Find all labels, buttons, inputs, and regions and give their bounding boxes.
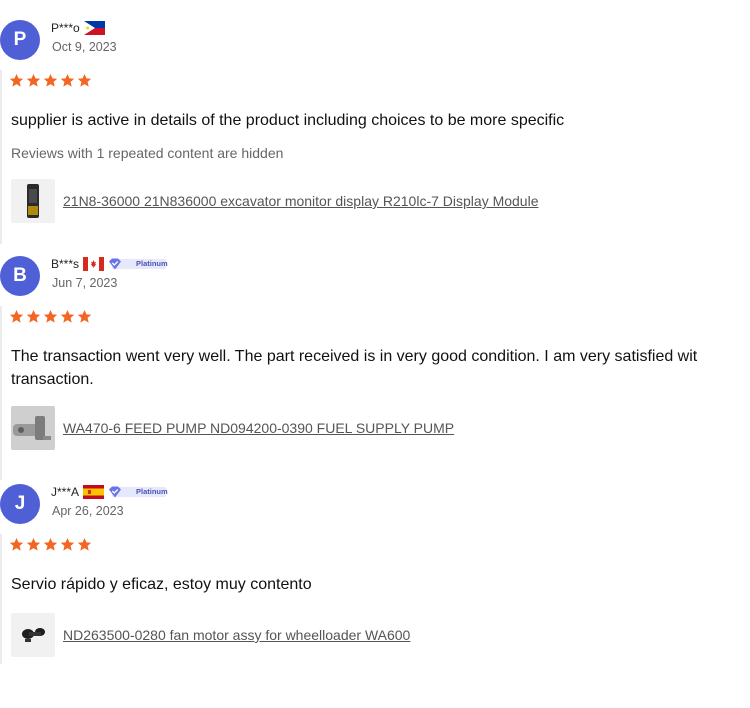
review-item: J J***A Platinum Apr 26, 2023 Servio ráp… xyxy=(0,482,750,708)
hidden-reviews-note: Reviews with 1 repeated content are hidd… xyxy=(11,145,284,161)
review-text: supplier is active in details of the pro… xyxy=(11,112,565,129)
star-rating xyxy=(9,73,92,88)
review-date: Jun 7, 2023 xyxy=(52,276,118,290)
star-rating xyxy=(9,537,92,552)
star-rating xyxy=(9,309,92,324)
avatar: B xyxy=(0,256,40,296)
star-icon xyxy=(60,309,75,323)
reviewer-line: P***o xyxy=(51,20,105,36)
review-divider xyxy=(0,534,2,664)
review-date: Apr 26, 2023 xyxy=(52,504,124,518)
star-icon xyxy=(77,309,92,323)
product-thumbnail[interactable] xyxy=(11,613,55,657)
star-icon xyxy=(43,73,58,87)
review-text: The transaction went very well. The part… xyxy=(11,348,698,365)
star-icon xyxy=(60,73,75,87)
reviewer-name: B***s xyxy=(51,257,80,271)
reviewer-line: B***s Platinum xyxy=(51,256,168,272)
review-item: P P***o Oct 9, 2023 supplier is active i… xyxy=(0,18,750,244)
avatar: J xyxy=(0,484,40,524)
review-divider xyxy=(0,70,2,244)
star-icon xyxy=(26,537,41,551)
star-icon xyxy=(60,537,75,551)
star-icon xyxy=(9,537,24,551)
star-icon xyxy=(43,309,58,323)
review-text: Servio rápido y eficaz, estoy muy conten… xyxy=(11,576,312,593)
spain-flag-icon xyxy=(83,485,105,499)
product-link-row[interactable]: 21N8-36000 21N836000 excavator monitor d… xyxy=(11,179,539,223)
product-link-row[interactable]: WA470-6 FEED PUMP ND094200-0390 FUEL SUP… xyxy=(11,406,454,450)
monitor-display-image xyxy=(27,184,39,218)
fuel-pump-image xyxy=(11,406,55,450)
product-link-row[interactable]: ND263500-0280 fan motor assy for wheello… xyxy=(11,613,410,657)
star-icon xyxy=(43,537,58,551)
reviewer-name: P***o xyxy=(51,21,80,35)
fan-motor-image xyxy=(11,613,55,657)
star-icon xyxy=(9,73,24,87)
star-icon xyxy=(9,309,24,323)
product-link[interactable]: 21N8-36000 21N836000 excavator monitor d… xyxy=(63,193,539,209)
reviewer-name: J***A xyxy=(51,485,80,499)
review-date: Oct 9, 2023 xyxy=(52,40,117,54)
star-icon xyxy=(26,309,41,323)
review-divider xyxy=(0,306,2,480)
product-link[interactable]: ND263500-0280 fan motor assy for wheello… xyxy=(63,627,410,643)
reviewer-line: J***A Platinum xyxy=(51,484,168,500)
star-icon xyxy=(26,73,41,87)
review-item: B B***s Platinum Jun 7, 2023 The transac… xyxy=(0,254,750,480)
review-text-line-2: transaction. xyxy=(11,371,94,388)
product-thumbnail[interactable] xyxy=(11,406,55,450)
star-icon xyxy=(77,73,92,87)
product-link[interactable]: WA470-6 FEED PUMP ND094200-0390 FUEL SUP… xyxy=(63,420,454,436)
product-thumbnail[interactable] xyxy=(11,179,55,223)
avatar: P xyxy=(0,20,40,60)
philippines-flag-icon xyxy=(83,21,105,35)
canada-flag-icon xyxy=(83,257,105,271)
badge-label: Platinum xyxy=(136,259,168,268)
star-icon xyxy=(77,537,92,551)
badge-label: Platinum xyxy=(136,487,168,496)
